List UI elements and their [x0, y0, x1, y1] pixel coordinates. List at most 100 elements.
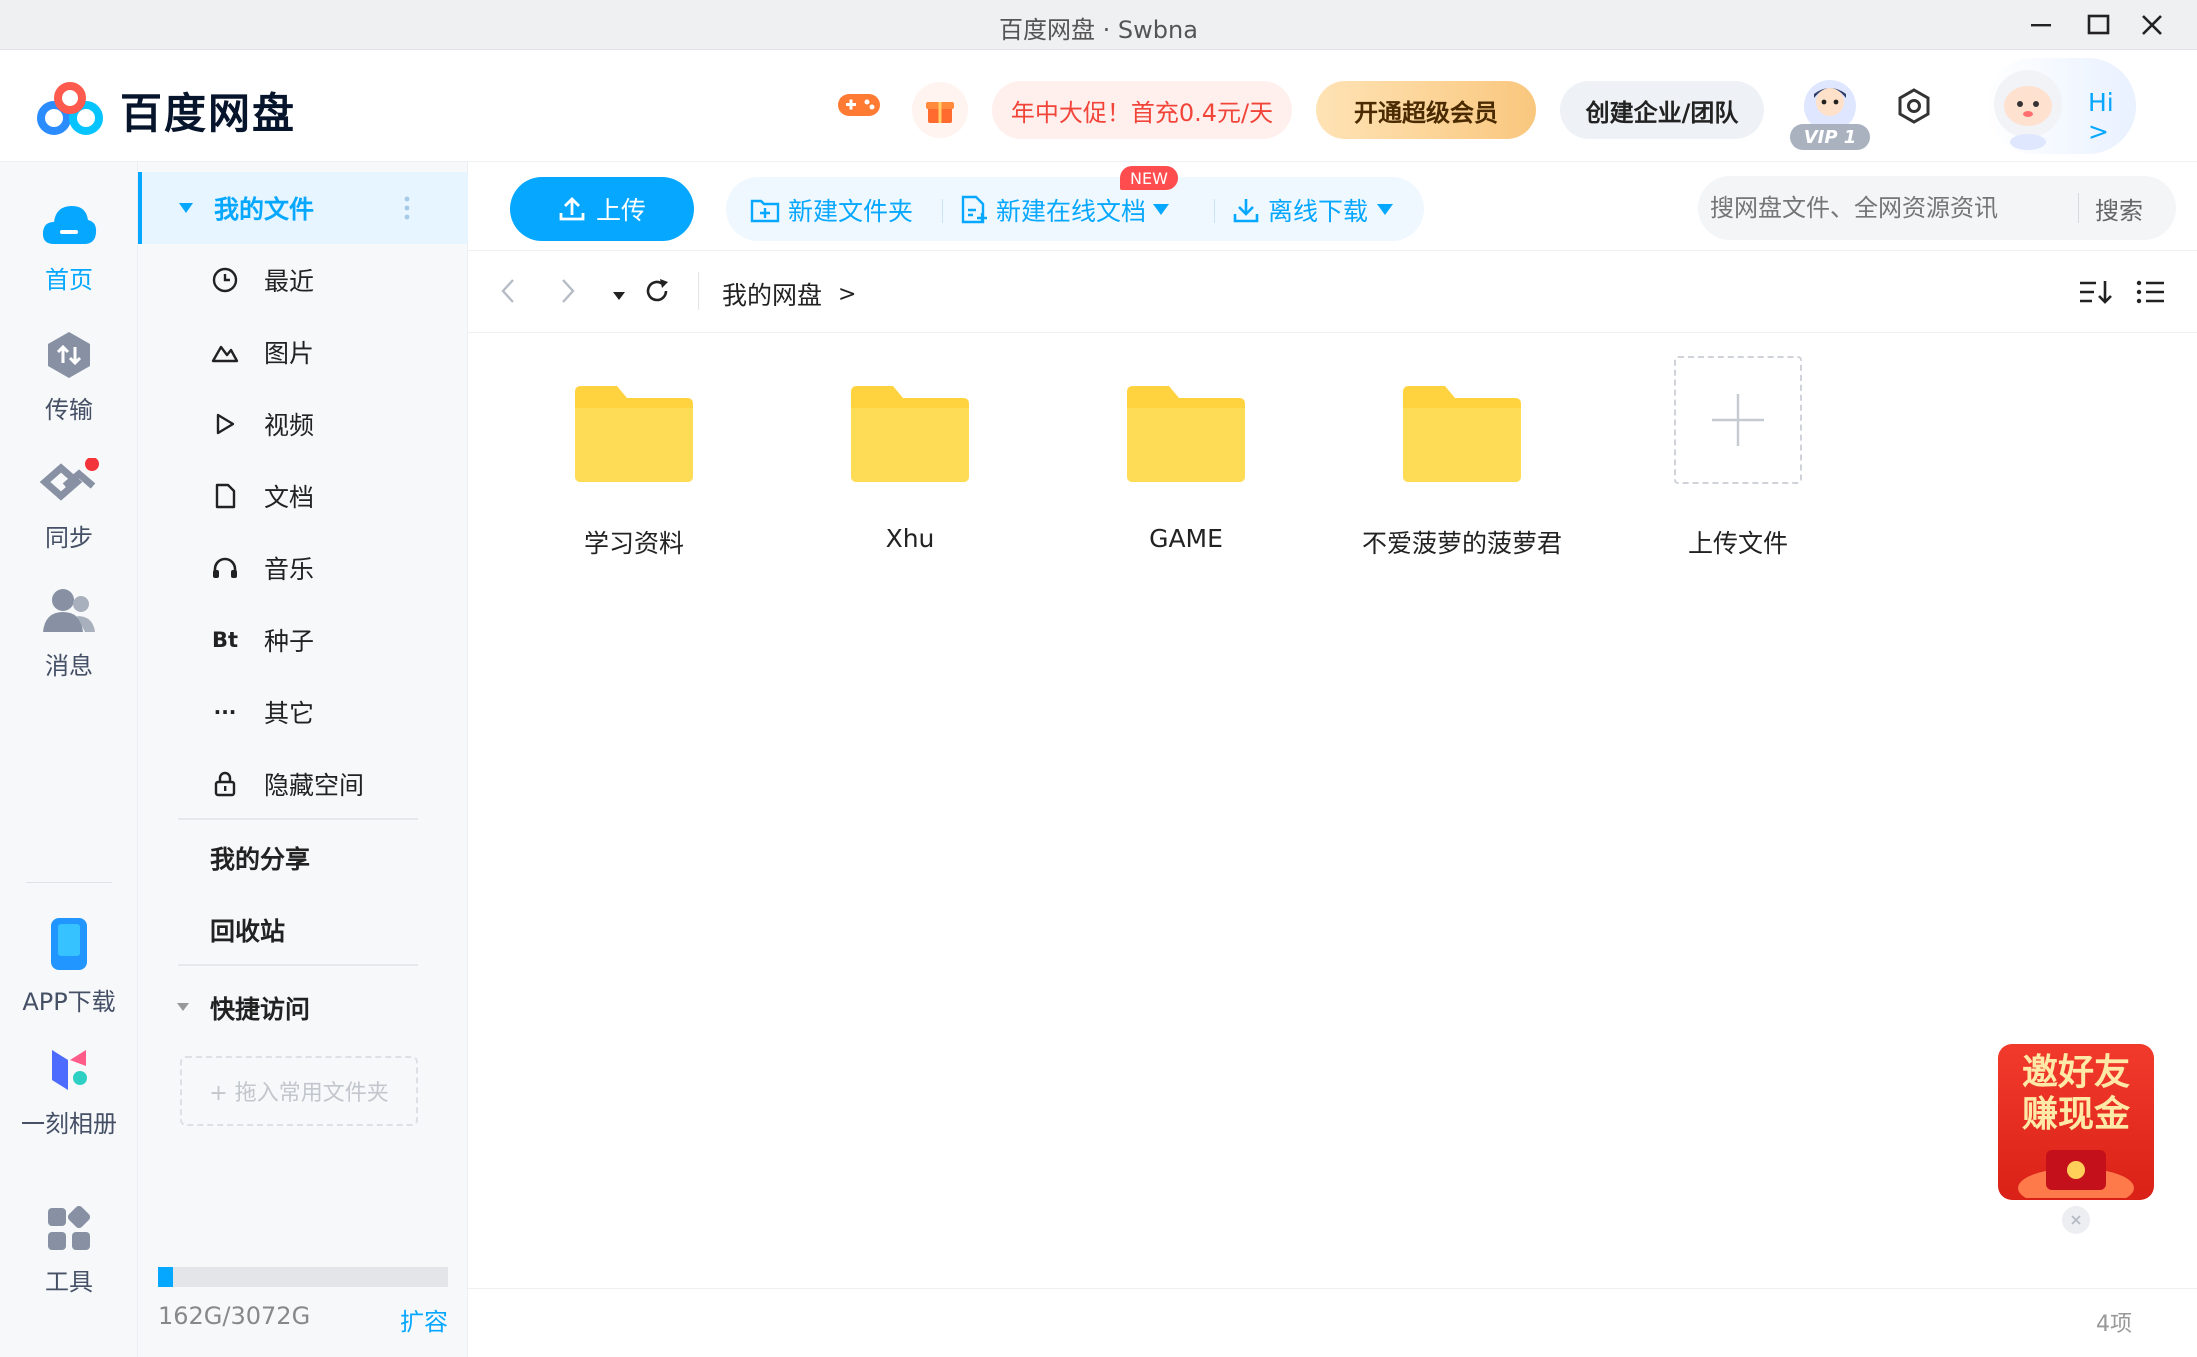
caret-down-icon [1377, 204, 1394, 215]
left-rail: 首页 传输 同步 消息 APP下载 一刻相册 工具 [0, 162, 138, 1357]
assistant-widget[interactable]: Hi > [1986, 58, 2136, 154]
search-divider [2078, 193, 2079, 223]
settings-icon[interactable] [1896, 88, 1932, 128]
rail-label: 工具 [45, 1268, 93, 1296]
back-button[interactable] [498, 276, 518, 310]
close-icon [2142, 15, 2162, 35]
rail-item-messages[interactable]: 消息 [0, 586, 138, 681]
caret-down-icon [1153, 204, 1170, 215]
play-icon [210, 409, 240, 439]
phone-icon [51, 918, 87, 970]
nav-item-label: 音乐 [264, 555, 315, 584]
new-online-doc-button[interactable]: 新建在线文档 [960, 192, 1170, 228]
new-folder-icon [750, 199, 780, 223]
file-name: 不爱菠萝的菠萝君 [1361, 529, 1562, 558]
upload-tile-label: 上传文件 [1687, 529, 1788, 558]
promo-close-button[interactable] [2062, 1206, 2090, 1234]
rail-item-tools[interactable]: 工具 [0, 1206, 138, 1297]
file-nav-panel: 我的文件 最近 图片 视频 文档 音乐 Bt 种子 ··· 其它 隐藏空间 我的… [138, 162, 468, 1357]
rail-item-album[interactable]: 一刻相册 [0, 1046, 138, 1139]
chevron-left-icon [501, 279, 514, 303]
expand-storage-link[interactable]: 扩容 [400, 1302, 448, 1337]
rail-item-sync[interactable]: 同步 [0, 458, 138, 553]
nav-item-videos[interactable]: 视频 [138, 388, 468, 460]
nav-item-music[interactable]: 音乐 [138, 532, 468, 604]
maximize-button[interactable] [2074, 6, 2124, 44]
nav-item-images[interactable]: 图片 [138, 316, 468, 388]
search-input[interactable] [1698, 176, 2078, 240]
sort-icon [2080, 281, 2112, 304]
lock-icon [210, 769, 240, 799]
toolbar-separator [468, 250, 2197, 251]
close-button[interactable] [2127, 6, 2177, 44]
message-icon [43, 589, 95, 632]
nav-item-torrents[interactable]: Bt 种子 [138, 604, 468, 676]
cloud-icon [42, 206, 97, 244]
refresh-button[interactable] [642, 276, 672, 310]
nav-item-recent[interactable]: 最近 [138, 244, 468, 316]
gamepad-icon[interactable] [836, 88, 882, 126]
rail-label: 首页 [45, 266, 93, 294]
nav-item-label: 图片 [264, 339, 315, 368]
file-item-folder[interactable]: 学习资料 [524, 384, 744, 560]
rail-label: 一刻相册 [21, 1110, 117, 1138]
breadcrumb-root[interactable]: 我的网盘 [722, 276, 822, 312]
promo-banner[interactable]: 年中大促！首充0.4元/天 [992, 81, 1292, 139]
close-icon [2071, 1215, 2081, 1225]
create-enterprise-button[interactable]: 创建企业/团队 [1560, 81, 1764, 139]
quick-access-dropzone[interactable]: + 拖入常用文件夹 [180, 1056, 418, 1126]
user-avatar[interactable]: VIP 1 [1790, 72, 1870, 152]
upload-file-tile[interactable]: 上传文件 [1628, 356, 1848, 560]
list-view-button[interactable] [2136, 278, 2166, 310]
item-count: 4项 [2096, 1312, 2132, 1337]
search-button[interactable]: 搜索 [2095, 191, 2143, 226]
window-title: 百度网盘 · Swbna [999, 16, 1198, 44]
nav-quick-access[interactable]: 快捷访问 [138, 972, 468, 1044]
nav-my-files[interactable]: 我的文件 [138, 172, 468, 244]
status-separator [468, 1288, 2197, 1289]
nav-item-label: 视频 [264, 411, 315, 440]
breadcrumb: 我的网盘 > [722, 276, 856, 312]
rail-item-app-download[interactable]: APP下载 [0, 916, 138, 1017]
promo-card-text: 邀好友 赚现金 [2021, 1052, 2130, 1135]
nav-divider [178, 964, 418, 966]
storage-text: 162G/3072G [158, 1302, 311, 1330]
upload-tile-box[interactable] [1674, 356, 1802, 484]
toolbar-divider [1214, 199, 1215, 223]
more-vertical-icon [404, 196, 410, 220]
offline-download-button[interactable]: 离线下载 [1232, 192, 1394, 228]
file-item-folder[interactable]: GAME [1076, 384, 1296, 553]
new-doc-icon [961, 195, 987, 224]
gift-icon[interactable] [912, 82, 968, 138]
history-dropdown[interactable] [612, 286, 626, 305]
nav-my-files-label: 我的文件 [214, 195, 315, 224]
rail-label: 传输 [45, 396, 93, 424]
rail-item-transfer[interactable]: 传输 [0, 330, 138, 425]
invite-promo-card[interactable]: 邀好友 赚现金 [1998, 1044, 2154, 1200]
nav-item-other[interactable]: ··· 其它 [138, 676, 468, 748]
new-folder-label: 新建文件夹 [788, 197, 914, 226]
vip-upgrade-button[interactable]: 开通超级会员 [1316, 81, 1536, 139]
nav-divider [178, 818, 418, 820]
main-content: 上传 新建文件夹 新建在线文档 NEW 离线下载 搜索 [468, 162, 2197, 1357]
file-item-folder[interactable]: Xhu [800, 384, 1020, 553]
file-item-folder[interactable]: 不爱菠萝的菠萝君 [1352, 384, 1572, 560]
sort-button[interactable] [2078, 278, 2112, 310]
rail-item-home[interactable]: 首页 [0, 200, 138, 295]
upload-button[interactable]: 上传 [510, 177, 694, 241]
offline-download-label: 离线下载 [1268, 197, 1369, 226]
new-folder-button[interactable]: 新建文件夹 [750, 192, 913, 228]
rail-label: APP下载 [22, 988, 116, 1016]
nav-item-hidden-space[interactable]: 隐藏空间 [138, 748, 468, 820]
folder-icon [575, 386, 693, 482]
image-icon [210, 337, 240, 367]
more-icon: ··· [213, 700, 237, 724]
nav-my-share[interactable]: 我的分享 [138, 822, 468, 894]
minimize-button[interactable] [2016, 6, 2066, 44]
album-icon [52, 1050, 87, 1090]
folder-icon [1127, 386, 1245, 482]
list-view-icon [2136, 280, 2164, 304]
nav-recycle-bin[interactable]: 回收站 [138, 894, 468, 966]
nav-item-documents[interactable]: 文档 [138, 460, 468, 532]
forward-button[interactable] [558, 276, 578, 310]
